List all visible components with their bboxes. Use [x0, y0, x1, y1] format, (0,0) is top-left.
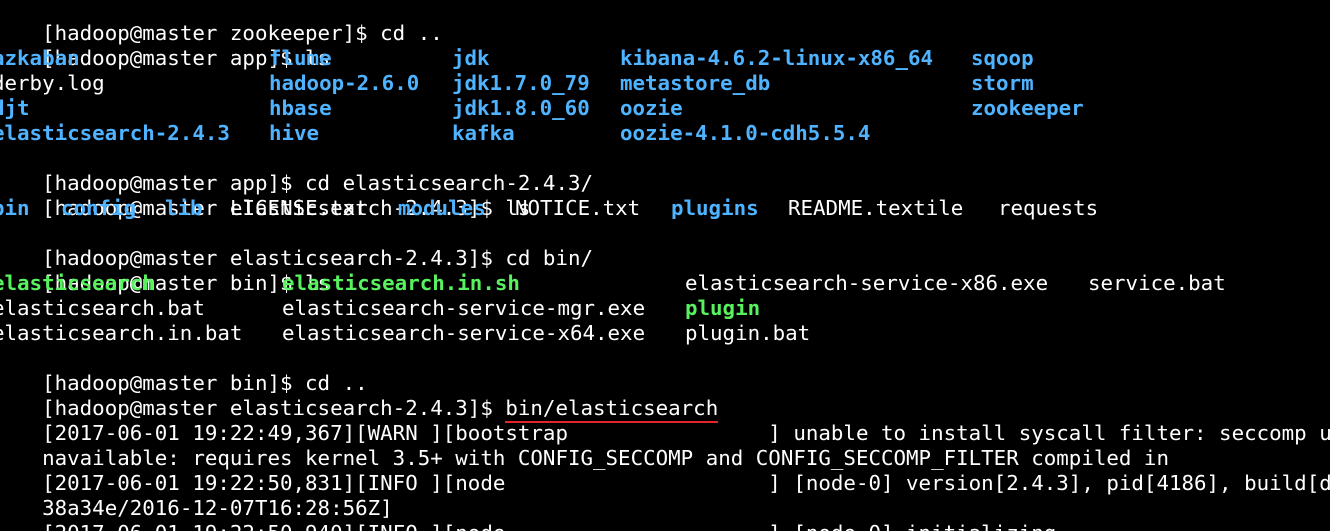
file-entry: derby.log [0, 71, 105, 95]
prompt-line: [hadoop@master app]$ ls [0, 21, 330, 70]
file-entry: elasticsearch-service-mgr.exe [282, 296, 646, 320]
terminal-window[interactable]: [hadoop@master zookeeper]$ cd .. [hadoop… [0, 0, 1330, 531]
file-entry: elasticsearch.in.bat [0, 321, 243, 345]
prompt-line: [hadoop@master app]$ cd elasticsearch-2.… [0, 146, 593, 195]
dir-entry: azkaban [0, 46, 80, 70]
log-line: [2017-06-01 19:22:50,831][INFO ][node ] … [0, 446, 1330, 495]
prompt-line: [hadoop@master elasticsearch-2.4.3]$ cd … [0, 221, 593, 270]
prompt-line: [hadoop@master elasticsearch-2.4.3]$ bin… [0, 371, 719, 423]
file-entry: elasticsearch-service-x86.exe [685, 271, 1049, 295]
dir-entry: kibana-4.6.2-linux-x86_64 [620, 46, 934, 70]
dir-entry: jdk1.7.0_79 [452, 71, 590, 95]
log-line: [2017-06-01 19:22:50,940][INFO ][node ] … [0, 496, 1106, 531]
dir-entry: metastore_db [620, 71, 771, 95]
prompt-line: [hadoop@master bin]$ ls [0, 246, 330, 295]
ls-output-row: elasticsearch elasticsearch.in.sh elasti… [0, 271, 1330, 296]
dir-entry: elasticsearch-2.4.3 [0, 121, 230, 145]
ls-output-row: azkaban flume jdk kibana-4.6.2-linux-x86… [0, 46, 1330, 71]
ls-output-row: derby.log hadoop-2.6.0 jdk1.7.0_79 metas… [0, 71, 1330, 96]
file-entry: service.bat [1088, 271, 1226, 295]
file-entry: LICENSE.txt [230, 196, 368, 220]
dir-entry: flume [269, 46, 332, 70]
ls-output-row: djt hbase jdk1.8.0_60 oozie zookeeper [0, 96, 1330, 121]
dir-entry: oozie [620, 96, 683, 120]
exec-entry: elasticsearch [0, 271, 155, 295]
log-line: [2017-06-01 19:22:49,367][WARN ][bootstr… [0, 396, 1330, 445]
dir-entry: zookeeper [971, 96, 1084, 120]
dir-entry: djt [0, 96, 30, 120]
file-entry: README.textile [788, 196, 964, 220]
dir-entry: hbase [269, 96, 332, 120]
prompt-line: [hadoop@master bin]$ cd .. [0, 346, 368, 395]
file-entry: elasticsearch-service-x64.exe [282, 321, 646, 345]
prompt-line: [hadoop@master zookeeper]$ cd .. [0, 0, 443, 45]
ls-output-row: bin config lib LICENSE.txt modules NOTIC… [0, 196, 1330, 221]
dir-entry: storm [971, 71, 1034, 95]
dir-entry: bin [0, 196, 30, 220]
file-entry: requests [998, 196, 1099, 220]
log-text: [2017-06-01 19:22:50,940][INFO ][node ] … [42, 521, 1106, 531]
file-entry: plugin.bat [685, 321, 811, 345]
dir-entry: jdk1.8.0_60 [452, 96, 590, 120]
dir-entry: sqoop [971, 46, 1034, 70]
exec-entry: plugin [685, 296, 761, 320]
dir-entry: modules [398, 196, 486, 220]
exec-entry: elasticsearch.in.sh [282, 271, 520, 295]
ls-output-row: elasticsearch-2.4.3 hive kafka oozie-4.1… [0, 121, 1330, 146]
dir-entry: plugins [671, 196, 759, 220]
log-line: 38a34e/2016-12-07T16:28:56Z] [0, 471, 393, 520]
file-entry: elasticsearch.bat [0, 296, 205, 320]
log-line: navailable: requires kernel 3.5+ with CO… [0, 421, 1169, 470]
dir-entry: kafka [452, 121, 515, 145]
ls-output-row: elasticsearch.bat elasticsearch-service-… [0, 296, 1330, 321]
dir-entry: hive [269, 121, 320, 145]
dir-entry: hadoop-2.6.0 [269, 71, 420, 95]
prompt-line: [hadoop@master elasticsearch-2.4.3]$ ls [0, 171, 530, 220]
dir-entry: lib [165, 196, 203, 220]
dir-entry: jdk [452, 46, 490, 70]
dir-entry: oozie-4.1.0-cdh5.5.4 [620, 121, 871, 145]
file-entry: NOTICE.txt [515, 196, 641, 220]
dir-entry: config [61, 196, 137, 220]
ls-output-row: elasticsearch.in.bat elasticsearch-servi… [0, 321, 1330, 346]
